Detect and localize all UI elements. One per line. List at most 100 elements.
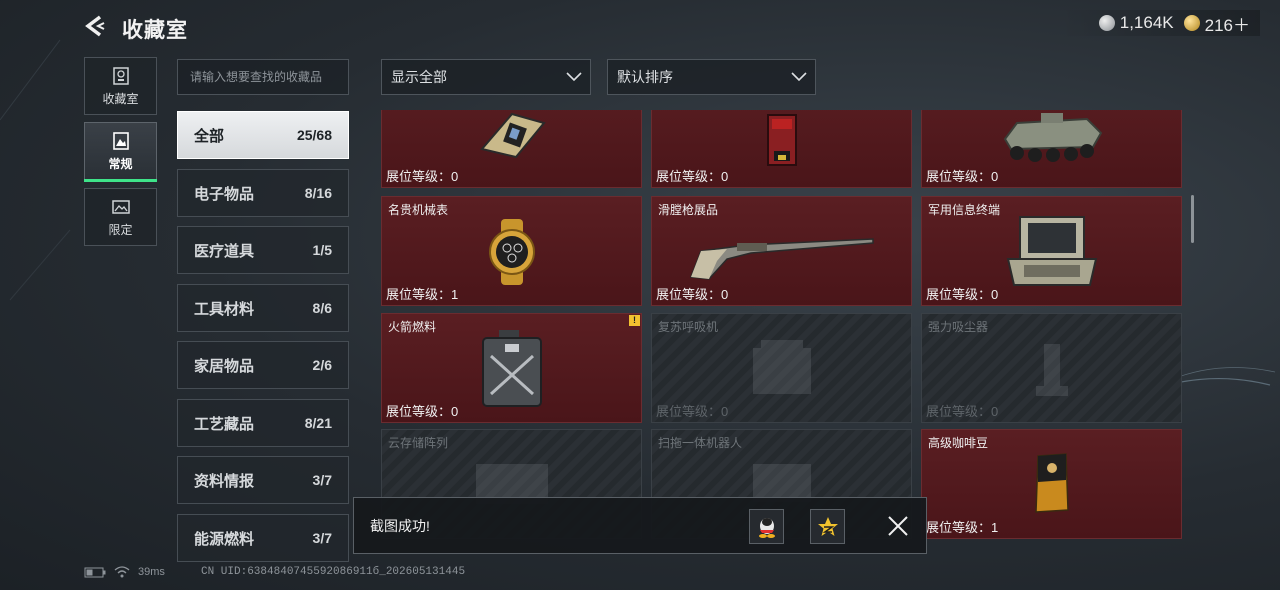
item-level: 展位等级：0 <box>386 404 459 419</box>
sort-value: 默认排序 <box>617 69 673 85</box>
grid-scrollbar[interactable] <box>1191 195 1194 243</box>
collection-card[interactable]: 展位等级：0 <box>921 110 1182 188</box>
item-level: 展位等级：0 <box>386 169 459 184</box>
category-count: 3/7 <box>312 530 332 546</box>
share-qq-button[interactable] <box>749 509 784 544</box>
category-count: 8/6 <box>312 300 332 316</box>
chevron-down-icon <box>566 72 582 82</box>
item-level: 展位等级：0 <box>656 404 729 419</box>
filter-dropdown[interactable]: 显示全部 <box>381 59 591 95</box>
chevron-down-icon <box>791 72 807 82</box>
item-level: 展位等级：1 <box>926 520 999 535</box>
badge-icon <box>112 66 129 85</box>
category-fuel[interactable]: 能源燃料 3/7 <box>177 514 349 562</box>
category-electronics[interactable]: 电子物品 8/16 <box>177 169 349 217</box>
collection-card[interactable]: 军用信息终端 展位等级：0 <box>921 196 1182 306</box>
item-level: 展位等级：1 <box>386 287 459 302</box>
musket-icon <box>689 238 874 280</box>
ping-value: 39ms <box>138 566 165 578</box>
search-box[interactable] <box>177 59 349 95</box>
category-name: 电子物品 <box>194 185 255 203</box>
gold-coin-icon <box>1183 15 1200 31</box>
side-tab-collection[interactable]: 收藏室 <box>84 57 157 115</box>
item-name: 滑膛枪展品 <box>658 203 719 217</box>
side-tab-label: 限定 <box>108 222 133 237</box>
category-tools[interactable]: 工具材料 8/6 <box>177 284 349 332</box>
gold-currency[interactable]: 216＋ <box>1183 11 1250 36</box>
collection-card-locked[interactable]: 强力吸尘器 展位等级：0 <box>921 313 1182 423</box>
qzone-star-icon <box>817 516 838 536</box>
category-count: 2/6 <box>312 357 332 373</box>
battery-icon <box>84 567 106 577</box>
side-tab-label: 常规 <box>108 156 133 171</box>
ventilator-icon <box>752 340 811 394</box>
sort-dropdown[interactable]: 默认排序 <box>607 59 816 95</box>
circuit-board-icon <box>479 112 546 159</box>
category-name: 医疗道具 <box>194 242 255 260</box>
category-intel[interactable]: 资料情报 3/7 <box>177 456 349 504</box>
red-case-icon <box>766 114 797 166</box>
coffee-bag-icon <box>1034 453 1069 513</box>
category-name: 全部 <box>194 127 225 145</box>
filter-value: 显示全部 <box>391 69 447 85</box>
vacuum-icon <box>1035 344 1068 396</box>
category-name: 工具材料 <box>194 300 255 318</box>
currency-bar: 1,164K 216＋ <box>1058 10 1260 36</box>
category-medical[interactable]: 医疗道具 1/5 <box>177 226 349 274</box>
picture-frame-icon <box>112 131 129 150</box>
item-level: 展位等级：0 <box>926 169 999 184</box>
page-title: 收藏室 <box>122 19 188 42</box>
wifi-icon <box>114 566 130 578</box>
item-name: 火箭燃料 <box>388 320 437 334</box>
category-count: 8/16 <box>304 185 332 201</box>
item-name: 强力吸尘器 <box>928 320 989 334</box>
side-tab-label: 收藏室 <box>102 91 139 106</box>
user-uid: CN UID:6384840745592086911б_202605131445 <box>201 566 466 578</box>
share-qzone-button[interactable] <box>810 509 845 544</box>
category-all[interactable]: 全部 25/68 <box>177 111 349 159</box>
close-icon[interactable] <box>887 515 909 537</box>
qq-penguin-icon <box>758 517 775 538</box>
status-bar: 39ms <box>84 566 165 578</box>
category-name: 资料情报 <box>194 472 255 490</box>
collection-grid: 展位等级：0 展位等级：0 展位等级：0 名贵机械表 展位等级：1 滑膛枪展品 … <box>381 110 1183 553</box>
fuel-canister-icon <box>481 330 542 407</box>
item-level: 展位等级：0 <box>926 287 999 302</box>
category-name: 工艺藏品 <box>194 415 255 433</box>
gold-amount: 216＋ <box>1204 15 1250 35</box>
collection-card[interactable]: 高级咖啡豆 展位等级：1 <box>921 429 1182 539</box>
item-level: 展位等级：0 <box>656 287 729 302</box>
collection-card[interactable]: ! 火箭燃料 展位等级：0 <box>381 313 642 423</box>
collection-card[interactable]: 展位等级：0 <box>381 110 642 188</box>
collection-card[interactable]: 滑膛枪展品 展位等级：0 <box>651 196 912 306</box>
item-name: 云存储阵列 <box>388 436 449 450</box>
armored-vehicle-icon <box>1003 113 1102 162</box>
item-name: 高级咖啡豆 <box>928 436 989 450</box>
limited-frame-icon <box>111 199 130 214</box>
warning-badge: ! <box>629 315 640 326</box>
item-name: 名贵机械表 <box>388 203 449 217</box>
item-name: 复苏呼吸机 <box>658 320 719 334</box>
item-name: 扫拖一体机器人 <box>658 436 743 450</box>
collection-card[interactable]: 名贵机械表 展位等级：1 <box>381 196 642 306</box>
collection-card-locked[interactable]: 复苏呼吸机 展位等级：0 <box>651 313 912 423</box>
item-name: 军用信息终端 <box>928 203 1001 217</box>
item-level: 展位等级：0 <box>926 404 999 419</box>
category-count: 8/21 <box>304 415 332 431</box>
side-tab-limited[interactable]: 限定 <box>84 188 157 246</box>
collection-card[interactable]: 展位等级：0 <box>651 110 912 188</box>
category-name: 能源燃料 <box>194 530 255 548</box>
silver-amount: 1,164K <box>1119 13 1174 32</box>
category-name: 家居物品 <box>194 357 255 375</box>
back-arrow-icon[interactable] <box>84 14 108 38</box>
toast-message: 截图成功! <box>370 517 430 534</box>
category-household[interactable]: 家居物品 2/6 <box>177 341 349 389</box>
item-level: 展位等级：0 <box>656 169 729 184</box>
category-count: 1/5 <box>312 242 332 258</box>
side-tab-regular[interactable]: 常规 <box>84 122 157 182</box>
category-crafts[interactable]: 工艺藏品 8/21 <box>177 399 349 447</box>
silver-coin-icon <box>1098 15 1115 31</box>
search-input[interactable] <box>190 70 336 84</box>
category-count: 25/68 <box>296 127 332 143</box>
screenshot-toast: 截图成功! <box>353 497 927 554</box>
